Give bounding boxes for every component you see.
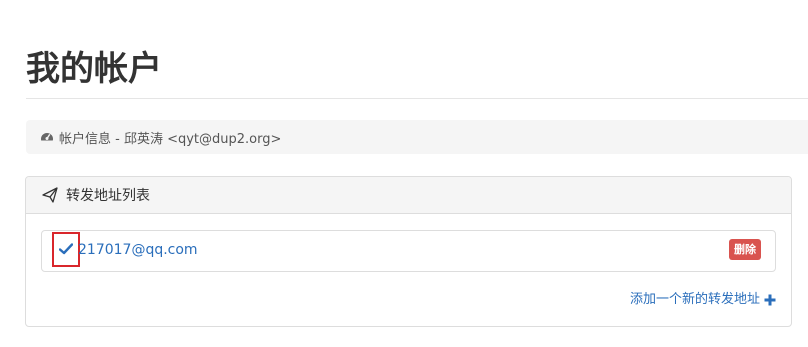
account-info-bar: 帐户信息 - 邱英涛 <qyt@dup2.org>: [26, 120, 808, 154]
add-forward-label: 添加一个新的转发地址: [629, 292, 760, 307]
title-divider: [26, 98, 808, 99]
check-icon: [58, 240, 74, 259]
dashboard-icon: [40, 130, 54, 144]
plus-icon: [764, 294, 776, 306]
delete-button[interactable]: 删除: [729, 239, 761, 260]
account-info-text: 帐户信息 - 邱英涛 <qyt@dup2.org>: [59, 131, 282, 147]
panel-heading: 转发地址列表: [26, 177, 791, 214]
forward-address-link[interactable]: 217017@qq.com: [78, 241, 198, 259]
status-check[interactable]: [52, 232, 80, 267]
panel-title: 转发地址列表: [66, 188, 150, 204]
add-forward-address-link[interactable]: 添加一个新的转发地址: [630, 291, 776, 309]
paper-plane-icon: [42, 187, 58, 203]
page-title: 我的帐户: [26, 49, 162, 89]
forwarding-panel: 转发地址列表 217017@qq.com 删除 添加一个新的转发地址: [25, 176, 792, 327]
